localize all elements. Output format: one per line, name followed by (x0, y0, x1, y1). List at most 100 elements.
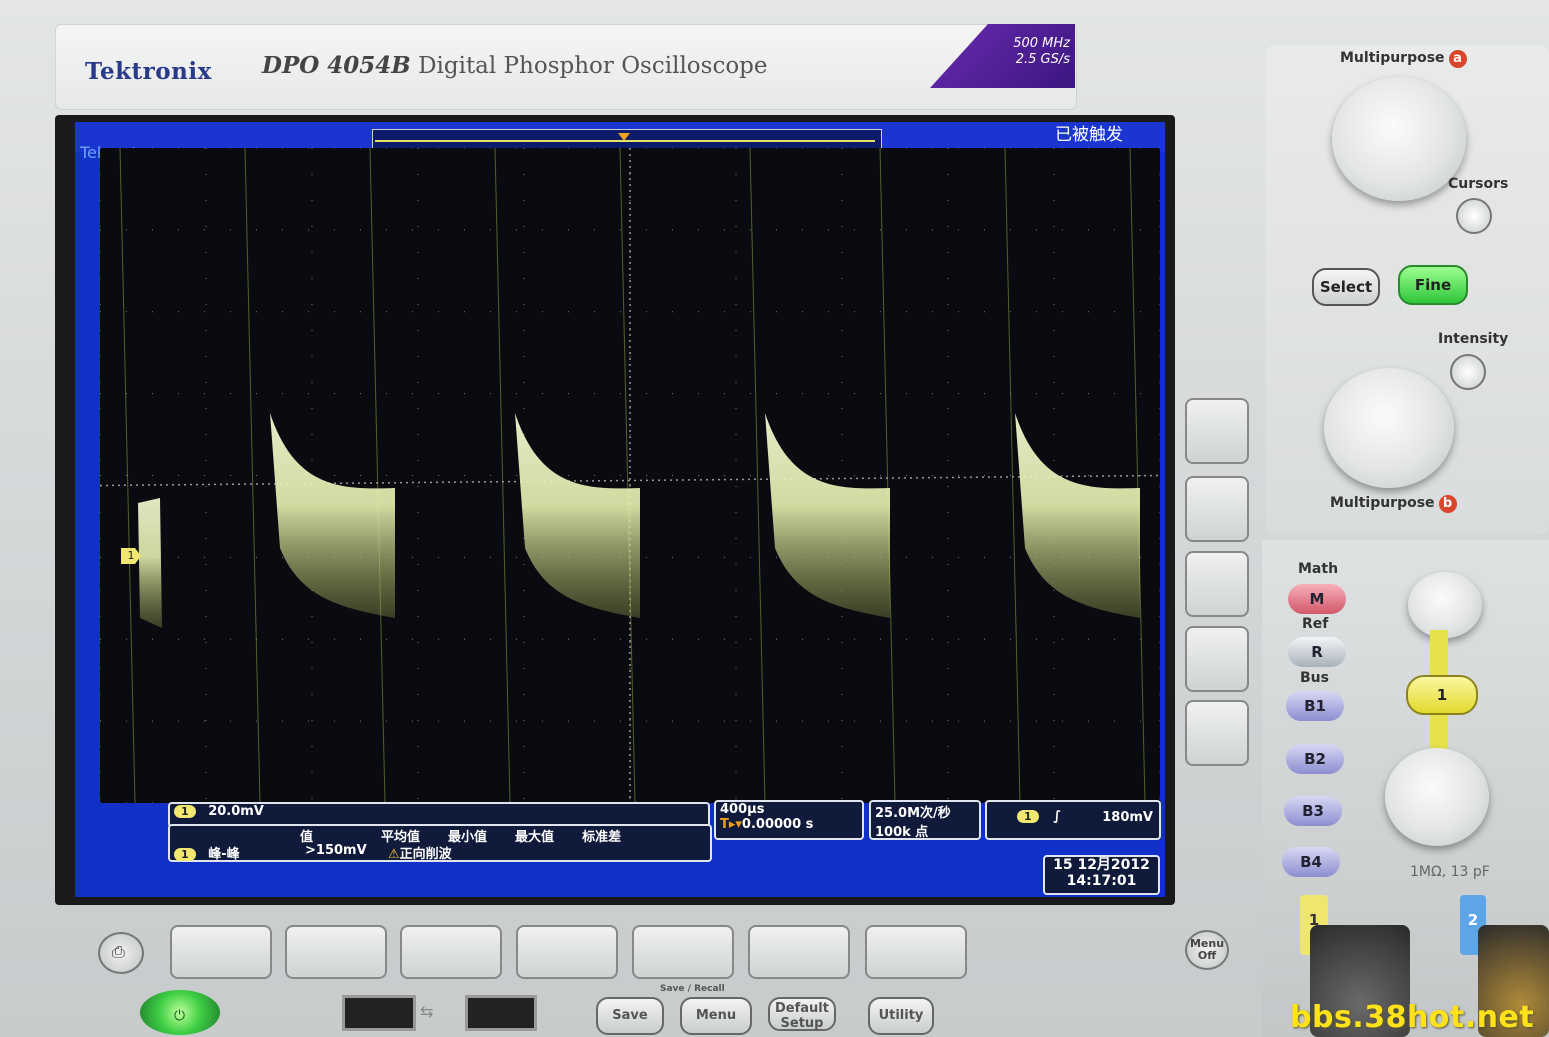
bottom-menu-button-7[interactable] (865, 925, 967, 979)
usb-icon: ⇆ (420, 1002, 434, 1021)
side-menu-button-3[interactable] (1185, 551, 1249, 617)
timebase-value: 400µs (720, 802, 765, 817)
usb-port-1[interactable] (342, 995, 416, 1031)
save-recall-menu-button[interactable]: Menu (680, 997, 752, 1035)
model-number: DPO 4054B (262, 52, 411, 79)
bus-b1-button[interactable]: B1 (1286, 691, 1344, 721)
ch1-scale-value: 20.0mV (208, 804, 264, 819)
trace-pulse (765, 413, 890, 618)
trigger-level: 180mV (1102, 810, 1153, 825)
cursors-button[interactable] (1456, 198, 1492, 234)
meas-value: >150mV (305, 843, 367, 858)
side-menu-button-1[interactable] (1185, 398, 1249, 464)
select-button[interactable]: Select (1312, 268, 1380, 306)
date-value: 15 12月2012 (1053, 857, 1150, 873)
utility-button[interactable]: Utility (868, 997, 934, 1035)
bottom-menu-button-6[interactable] (748, 925, 850, 979)
acquisition-readout[interactable]: 25.0M次/秒 100k 点 (869, 800, 981, 840)
multipurpose-a-label: Multipurpose a (1340, 50, 1467, 68)
print-button[interactable]: ⎙ (98, 932, 144, 974)
meas-ch-chip: 1 (174, 848, 196, 861)
meas-header-min: 最小值 (448, 830, 488, 845)
trace-edge (494, 147, 511, 804)
trigger-readout[interactable]: 1 ∫ 180mV (985, 800, 1161, 840)
multipurpose-b-knob[interactable] (1324, 368, 1454, 488)
trace-edge (244, 147, 261, 804)
bus-b4-button[interactable]: B4 (1282, 847, 1340, 877)
datetime-readout: 15 12月2012 14:17:01 (1043, 855, 1160, 895)
bottom-menu-button-5[interactable] (632, 925, 734, 979)
warning-icon: ⚠ (388, 847, 400, 862)
measurement-panel[interactable]: 值 平均值 最小值 最大值 标准差 1 峰-峰 >150mV ⚠正向削波 (168, 824, 712, 862)
trigger-source-chip: 1 (1017, 810, 1039, 823)
multipurpose-a-badge: a (1448, 50, 1467, 68)
watermark: bbs.38hot.net (1290, 1000, 1535, 1035)
spec-text: 500 MHz 2.5 GS/s (980, 36, 1070, 68)
graticule (99, 147, 1161, 804)
trigger-status: 已被触发 (1055, 125, 1123, 145)
power-icon: ⏻ (174, 1008, 186, 1024)
meas-header-max: 最大值 (515, 830, 555, 845)
multipurpose-b-label: Multipurpose b (1330, 495, 1457, 513)
waveform-svg (99, 147, 1161, 804)
side-menu-button-5[interactable] (1185, 700, 1249, 766)
bus-b2-button[interactable]: B2 (1286, 744, 1344, 774)
bottom-menu-button-1[interactable] (170, 925, 272, 979)
printer-icon: ⎙ (112, 942, 125, 961)
model-title: DPO 4054B Digital Phosphor Oscilloscope (262, 52, 768, 79)
power-button[interactable]: ⏻ (140, 990, 220, 1035)
rising-edge-icon: ∫ (1053, 809, 1062, 824)
intensity-button[interactable] (1450, 354, 1486, 390)
sample-rate-label: 2.5 GS/s (1015, 52, 1070, 67)
model-description: Digital Phosphor Oscilloscope (418, 53, 768, 79)
trace-edge (369, 147, 386, 804)
vertical-scale-knob[interactable] (1385, 748, 1489, 846)
meas-warning: 正向削波 (399, 847, 452, 862)
trigger-delay-icon: T▸▾ (720, 817, 742, 832)
multipurpose-a-knob[interactable] (1332, 77, 1466, 201)
bus-label: Bus (1300, 670, 1329, 686)
horizontal-readout[interactable]: 400µs T▸▾0.00000 s (714, 800, 864, 840)
fine-button[interactable]: Fine (1398, 265, 1468, 305)
bottom-menu-button-4[interactable] (516, 925, 618, 979)
usb-port-2[interactable] (465, 995, 537, 1031)
side-menu-button-4[interactable] (1185, 626, 1249, 692)
waveform-trace (119, 147, 1146, 804)
vertical-position-knob[interactable] (1408, 572, 1482, 638)
trace-edge (1004, 147, 1021, 804)
input-spec-label: 1MΩ, 13 pF (1410, 864, 1490, 880)
save-button[interactable]: Save (596, 997, 664, 1035)
ch1-chip: 1 (174, 805, 196, 818)
trace-pulse (515, 413, 640, 618)
default-setup-button[interactable]: Default Setup (768, 997, 836, 1031)
bottom-menu-button-3[interactable] (400, 925, 502, 979)
multipurpose-a-text: Multipurpose (1340, 50, 1445, 66)
ground-marker-label: 1 (127, 549, 135, 562)
trace-pulse (270, 413, 395, 618)
brand-logo: Tektronix (85, 58, 212, 85)
trace-pulse-partial (138, 498, 162, 628)
trace-edge (619, 147, 636, 804)
trace-edge (749, 147, 766, 804)
ref-button[interactable]: R (1288, 637, 1346, 667)
bus-b3-button[interactable]: B3 (1284, 796, 1342, 826)
meas-row-label: 峰-峰 (208, 847, 240, 862)
acq-record-length: 100k 点 (875, 825, 929, 840)
multipurpose-b-text: Multipurpose (1330, 495, 1435, 511)
multipurpose-b-badge: b (1438, 495, 1457, 513)
trace-pulse (1015, 413, 1140, 618)
bandwidth-label: 500 MHz (1013, 36, 1070, 51)
ref-label: Ref (1302, 616, 1329, 632)
intensity-label: Intensity (1438, 331, 1509, 347)
menu-off-button[interactable]: Menu Off (1185, 930, 1229, 970)
trace-edge (879, 147, 896, 804)
math-label: Math (1298, 561, 1339, 577)
time-value: 14:17:01 (1066, 873, 1137, 889)
bottom-menu-button-2[interactable] (285, 925, 387, 979)
horizontal-position: 0.00000 s (741, 817, 814, 832)
ch1-button[interactable]: 1 (1406, 675, 1478, 715)
save-recall-label: Save / Recall (660, 984, 725, 994)
side-menu-button-2[interactable] (1185, 476, 1249, 542)
math-button[interactable]: M (1288, 584, 1346, 614)
cursors-label: Cursors (1448, 176, 1509, 192)
